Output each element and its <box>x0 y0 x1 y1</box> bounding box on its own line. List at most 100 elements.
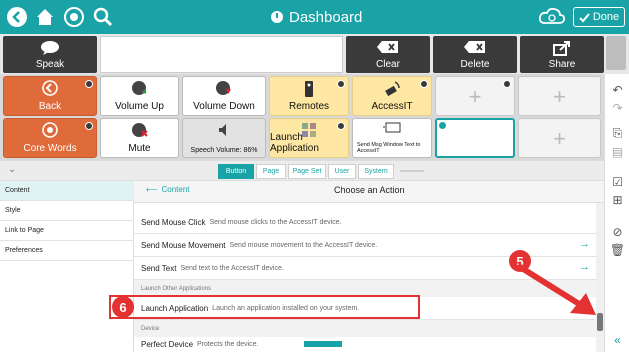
nav-item-style[interactable]: Style <box>0 201 134 221</box>
back-to-content-link[interactable]: ⟵ Content <box>146 185 190 194</box>
step-badge-6: 6 <box>112 296 134 318</box>
app-root: Dashboard Done Speak Clear Delete Share … <box>0 0 629 352</box>
grid-label: Volume Up <box>115 101 164 112</box>
collapse-toolbar-button[interactable] <box>606 36 626 70</box>
grid-label: Speech Volume: 86% <box>190 147 258 154</box>
grid-button-empty[interactable]: + <box>518 118 601 158</box>
grid-button-empty[interactable]: + <box>518 76 601 116</box>
action-desc: Protects the device. <box>197 341 259 348</box>
delete-icon <box>433 40 517 54</box>
plus-icon: + <box>468 84 482 109</box>
top-bar: Dashboard Done <box>0 0 629 34</box>
grid-button-speech-volume[interactable]: Speech Volume: 86% <box>182 118 266 158</box>
nav-item-preferences[interactable]: Preferences <box>0 241 134 261</box>
grid-button-mute[interactable]: Mute <box>100 118 179 158</box>
page-title-text: Dashboard <box>289 8 363 26</box>
grid-label: Remotes <box>288 101 329 112</box>
trash-icon[interactable]: 🗑 <box>610 242 625 257</box>
pointer-arrow-icon <box>517 264 596 315</box>
grid-button-core-words[interactable]: Core Words <box>3 118 97 158</box>
message-bar[interactable] <box>100 36 343 73</box>
touch-icon[interactable] <box>63 4 85 30</box>
progress-strip <box>304 341 342 347</box>
clear-label: Clear <box>376 59 400 70</box>
grid-button-accessit[interactable]: AccessIT <box>352 76 432 116</box>
tab-page[interactable]: Page <box>256 164 286 179</box>
plus-icon: + <box>553 84 566 109</box>
button-grid: Back Volume Up Volume Down Remotes Acces… <box>0 74 604 160</box>
grid-button-volume-down[interactable]: Volume Down <box>182 76 266 116</box>
action-name: Send Mouse Click <box>141 217 206 227</box>
action-row-perfect-device[interactable]: Perfect Device Protects the device. <box>134 337 596 352</box>
action-name: Perfect Device <box>141 340 194 349</box>
dashboard-icon <box>271 11 283 23</box>
tab-divider <box>400 170 424 172</box>
edit-badge-icon <box>85 80 93 88</box>
grid-label: Send Msg Window Text to AccessIT <box>357 142 421 154</box>
grid-button-launch-application[interactable]: Launch Application <box>269 118 349 158</box>
edit-badge-icon <box>85 122 93 130</box>
delete-button[interactable]: Delete <box>433 36 517 73</box>
grid-button-selected[interactable] <box>435 118 515 158</box>
edit-badge-icon <box>337 80 345 88</box>
checkbox-icon[interactable]: ☑ <box>610 174 625 189</box>
grid-label: Mute <box>128 143 151 154</box>
nav-item-content[interactable]: Content <box>0 181 134 201</box>
speech-bubble-icon <box>3 40 97 56</box>
search-icon[interactable] <box>92 4 114 30</box>
grid-button-volume-up[interactable]: Volume Up <box>100 76 179 116</box>
panel-header: ⟵ Content Choose an Action <box>134 181 604 203</box>
paste-icon[interactable]: ▤ <box>610 144 625 159</box>
back-content-label: Content <box>161 185 190 194</box>
speak-button[interactable]: Speak <box>3 36 97 73</box>
done-button[interactable]: Done <box>573 7 625 27</box>
right-arrow-icon: → <box>579 238 590 250</box>
speak-label: Speak <box>35 59 65 70</box>
copy-icon[interactable]: ⎘ <box>610 126 625 141</box>
share-label: Share <box>548 59 576 70</box>
left-arrow-icon: ⟵ <box>146 185 158 194</box>
grid-layout-icon[interactable]: ⊞ <box>610 192 625 207</box>
tab-button[interactable]: Button <box>218 164 254 179</box>
message-toolbar: Speak Clear Delete Share <box>0 34 629 74</box>
home-icon[interactable] <box>34 4 56 30</box>
properties-tab-bar: ⌄ Button Page Page Set User System <box>0 160 604 181</box>
plus-icon: + <box>553 126 566 151</box>
checkmark-icon <box>579 12 590 22</box>
collapse-panel-icon[interactable]: « <box>610 332 625 347</box>
grid-label: Volume Down <box>193 101 255 112</box>
grid-button-send-msg[interactable]: Send Msg Window Text to AccessIT <box>352 118 432 158</box>
tab-user[interactable]: User <box>328 164 356 179</box>
back-arrow-icon <box>4 80 96 96</box>
speaker-up-icon <box>101 80 178 96</box>
grid-button-back[interactable]: Back <box>3 76 97 116</box>
window-text-icon <box>353 122 431 134</box>
speaker-icon <box>183 122 265 138</box>
back-circle-icon[interactable] <box>6 4 28 30</box>
page-title: Dashboard <box>270 6 380 28</box>
selection-handle-icon <box>439 122 446 129</box>
edit-badge-icon <box>503 80 511 88</box>
mute-icon <box>101 122 178 138</box>
grid-button-remotes[interactable]: Remotes <box>269 76 349 116</box>
grid-label: AccessIT <box>371 101 413 112</box>
tab-page-set[interactable]: Page Set <box>288 164 326 179</box>
panel-title: Choose an Action <box>334 185 405 195</box>
clear-button[interactable]: Clear <box>346 36 430 73</box>
edit-badge-icon <box>337 122 345 130</box>
highlight-box <box>109 295 420 319</box>
action-row-send-mouse-click[interactable]: Send Mouse Click Send mouse clicks to th… <box>134 211 596 234</box>
cloud-sync-icon[interactable] <box>537 5 567 32</box>
tab-system[interactable]: System <box>358 164 394 179</box>
hide-icon[interactable]: ⊘ <box>610 224 625 239</box>
share-button[interactable]: Share <box>520 36 604 73</box>
nav-item-link-to-page[interactable]: Link to Page <box>0 221 134 241</box>
edit-badge-icon <box>420 80 428 88</box>
redo-icon[interactable]: ↷ <box>610 100 625 115</box>
grid-button-empty[interactable]: + <box>435 76 515 116</box>
action-desc: Send mouse movement to the AccessIT devi… <box>229 241 378 249</box>
undo-icon[interactable]: ↶ <box>610 82 625 97</box>
action-name: Send Text <box>141 263 177 273</box>
clear-icon <box>346 40 430 54</box>
expand-chevron-icon[interactable]: ⌄ <box>8 164 16 175</box>
